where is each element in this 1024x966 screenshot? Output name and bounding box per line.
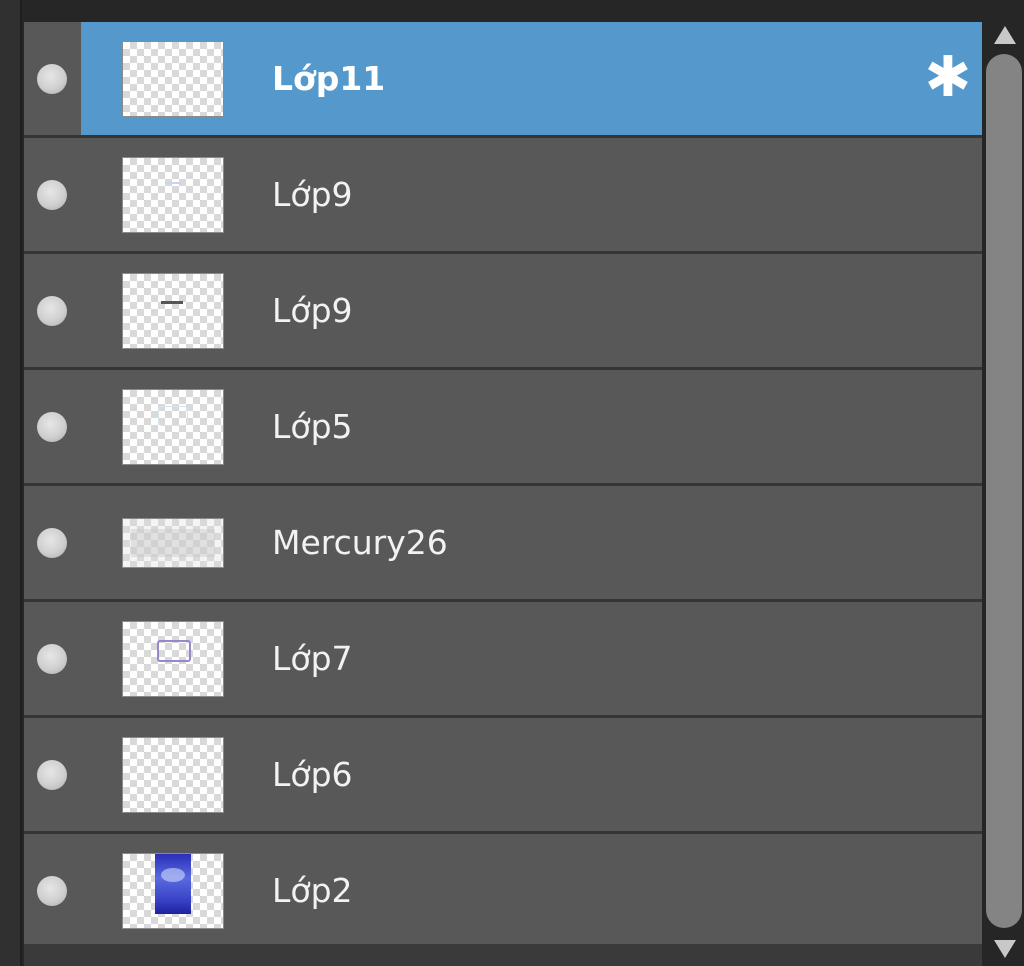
scrollbar-thumb[interactable] [986,54,1022,928]
gear-icon[interactable]: ✱ [922,50,974,106]
layer-row[interactable]: Lớp9 [24,138,982,254]
panel-bottom-strip [24,944,982,966]
visibility-toggle[interactable] [37,412,67,442]
visibility-toggle[interactable] [37,760,67,790]
layer-name: Lớp6 [272,755,353,794]
layer-name: Lớp9 [272,291,353,330]
layer-name: Lớp9 [272,175,353,214]
layer-thumbnail [123,42,223,116]
layer-row[interactable]: Lớp9 [24,254,982,370]
layer-row[interactable]: Lớp2 [24,834,982,950]
visibility-column [24,834,80,947]
visibility-toggle[interactable] [37,180,67,210]
layer-name: Lớp2 [272,871,353,910]
layer-thumbnail [123,738,223,812]
visibility-column [24,718,80,831]
visibility-column [24,254,80,367]
layer-thumbnail [123,622,223,696]
layer-row[interactable]: Lớp6 [24,718,982,834]
layer-row[interactable]: Lớp7 [24,602,982,718]
scroll-up-arrow-icon[interactable] [994,26,1016,44]
layer-name: Lớp5 [272,407,353,446]
vertical-scrollbar[interactable] [982,0,1024,966]
visibility-toggle[interactable] [37,64,67,94]
scroll-down-arrow-icon[interactable] [994,940,1016,958]
visibility-column [24,602,80,715]
layer-thumbnail [123,158,223,232]
layer-thumbnail [123,274,223,348]
visibility-toggle[interactable] [37,296,67,326]
visibility-column [24,486,80,599]
visibility-toggle[interactable] [37,528,67,558]
visibility-column [24,138,80,251]
layer-name: Lớp11 [272,59,386,98]
panel-top-bar [22,0,982,22]
layer-name: Lớp7 [272,639,353,678]
layer-row[interactable]: Lớp11 ✱ [24,22,982,138]
visibility-column [24,370,80,483]
visibility-column [24,22,80,135]
layer-row[interactable]: Mercury26 [24,486,982,602]
layer-thumbnail [123,519,223,567]
layer-name: Mercury26 [272,523,448,562]
layers-list: Lớp11 ✱ Lớp9 Lớp9 Lớp5 Mercury26 Lớp7 Lớ… [24,22,982,966]
layer-thumbnail [123,854,223,928]
layer-row[interactable]: Lớp5 [24,370,982,486]
visibility-toggle[interactable] [37,876,67,906]
panel-left-edge [0,0,22,966]
layer-thumbnail [123,390,223,464]
visibility-toggle[interactable] [37,644,67,674]
